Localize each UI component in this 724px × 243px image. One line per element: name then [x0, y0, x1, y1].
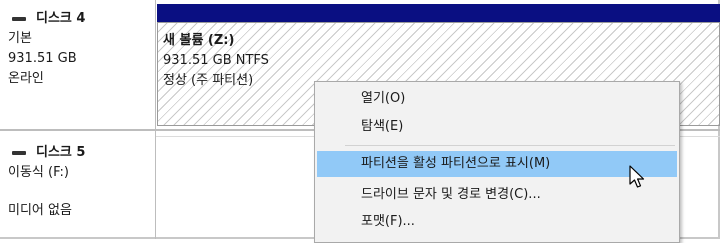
menu-item-mark-active[interactable]: 파티션을 활성 파티션으로 표시(M) [317, 151, 677, 177]
column-divider [155, 0, 156, 130]
disk-4-name: 디스크 4 [36, 11, 86, 26]
column-divider [155, 130, 156, 239]
disk-icon [12, 17, 26, 21]
partition-header-bar[interactable] [157, 4, 720, 22]
menu-item-explore[interactable]: 탐색(E) [317, 114, 677, 140]
mouse-cursor-icon [629, 165, 645, 188]
disk-4-size: 931.51 GB [8, 51, 77, 66]
volume-size: 931.51 GB NTFS [163, 53, 269, 68]
menu-item-format[interactable]: 포맷(F)... [317, 209, 677, 235]
disk-4-status: 온라인 [8, 71, 44, 86]
menu-item-change-drive-letter[interactable]: 드라이브 문자 및 경로 변경(C)... [317, 182, 677, 208]
partition-z-info[interactable]: 새 볼륨 (Z:) 931.51 GB NTFS 정상 (주 파티션) [163, 31, 269, 91]
disk-4-title: 디스크 4 [8, 9, 154, 29]
volume-name: 새 볼륨 (Z:) [163, 33, 235, 48]
disk-4-info[interactable]: 디스크 4 기본 931.51 GB 온라인 [8, 9, 154, 89]
disk-5-name: 디스크 5 [36, 145, 86, 160]
disk-icon [12, 151, 26, 155]
disk-5-type: 이동식 (F:) [8, 165, 70, 180]
disk-4-type: 기본 [8, 31, 32, 46]
volume-status: 정상 (주 파티션) [163, 73, 254, 88]
disk-5-title: 디스크 5 [8, 143, 154, 163]
disk-5-info[interactable]: 디스크 5 이동식 (F:) 미디어 없음 [8, 143, 154, 221]
disk-5-media: 미디어 없음 [8, 203, 72, 218]
menu-separator [345, 145, 675, 146]
menu-item-open[interactable]: 열기(O) [317, 86, 677, 112]
context-menu: 열기(O) 탐색(E) 파티션을 활성 파티션으로 표시(M) 드라이브 문자 … [314, 81, 680, 243]
